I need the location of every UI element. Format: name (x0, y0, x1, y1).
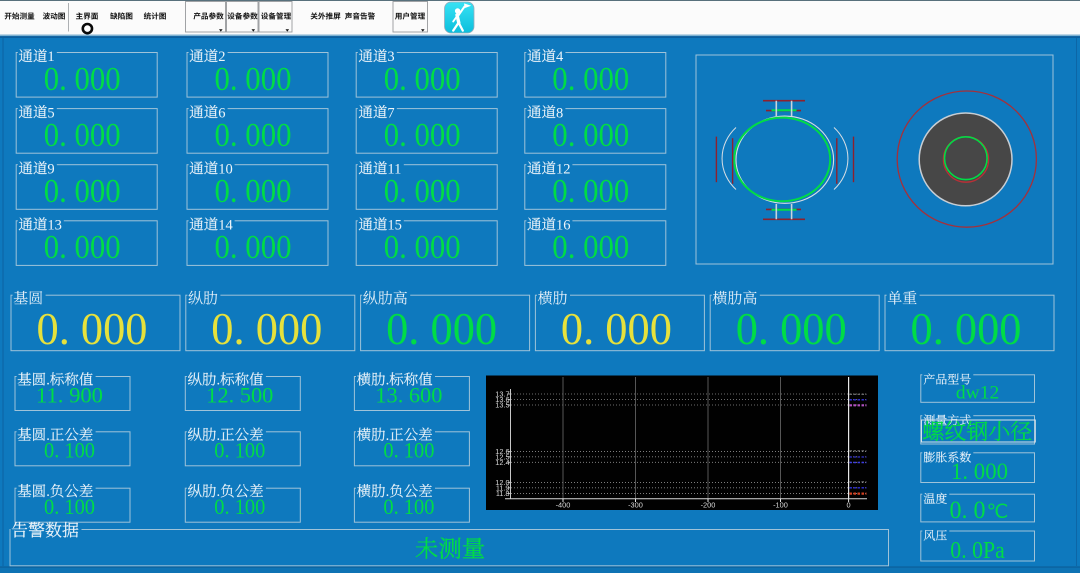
svg-text:dw12: dw12 (956, 382, 999, 403)
svg-text:0. 000: 0. 000 (44, 173, 121, 210)
svg-text:0. 000: 0. 000 (736, 303, 847, 354)
svg-text:0. 000: 0. 000 (37, 303, 148, 354)
svg-text:0. 000: 0. 000 (552, 173, 629, 210)
svg-text:0. 000: 0. 000 (44, 61, 121, 98)
svg-text:0. 000: 0. 000 (215, 117, 292, 154)
svg-text:0. 000: 0. 000 (552, 229, 629, 266)
svg-text:0. 000: 0. 000 (215, 173, 292, 210)
svg-text:12.4: 12.4 (495, 458, 509, 467)
svg-text:0. 100: 0. 100 (214, 439, 265, 463)
svg-text:0. 100: 0. 100 (44, 495, 95, 519)
svg-text:12. 500: 12. 500 (206, 383, 273, 407)
svg-text:-200: -200 (701, 501, 716, 510)
svg-text:0. 000: 0. 000 (211, 303, 322, 354)
svg-text:0. 000: 0. 000 (552, 61, 629, 98)
svg-text:℃: ℃ (987, 502, 1009, 523)
svg-text:11. 900: 11. 900 (36, 383, 103, 407)
svg-text:-300: -300 (628, 501, 643, 510)
svg-text:1. 000: 1. 000 (951, 459, 1008, 484)
svg-text:0. 100: 0. 100 (383, 439, 434, 463)
svg-text:0. 000: 0. 000 (386, 303, 497, 354)
svg-text:0. 0: 0. 0 (950, 497, 986, 524)
svg-text:0. 000: 0. 000 (215, 61, 292, 98)
svg-text:0. 000: 0. 000 (384, 229, 461, 266)
svg-text:11.8: 11.8 (496, 489, 510, 498)
svg-text:0. 000: 0. 000 (384, 173, 461, 210)
svg-text:0. 000: 0. 000 (44, 229, 121, 266)
svg-text:13. 600: 13. 600 (375, 383, 442, 407)
svg-text:0. 100: 0. 100 (44, 439, 95, 463)
svg-text:0. 000: 0. 000 (561, 303, 672, 354)
svg-text:0. 000: 0. 000 (911, 303, 1022, 354)
svg-text:0. 000: 0. 000 (384, 117, 461, 154)
svg-text:0. 100: 0. 100 (214, 495, 265, 519)
svg-text:-100: -100 (773, 501, 788, 510)
svg-text:13.5: 13.5 (495, 401, 509, 410)
svg-text:-400: -400 (556, 501, 571, 510)
svg-text:0. 000: 0. 000 (384, 61, 461, 98)
svg-text:0. 000: 0. 000 (552, 117, 629, 154)
svg-text:0. 000: 0. 000 (44, 117, 121, 154)
svg-text:0. 000: 0. 000 (215, 229, 292, 266)
svg-text:0. 100: 0. 100 (383, 495, 434, 519)
svg-text:0. 0Pa: 0. 0Pa (950, 538, 1005, 564)
svg-text:0: 0 (847, 501, 851, 510)
